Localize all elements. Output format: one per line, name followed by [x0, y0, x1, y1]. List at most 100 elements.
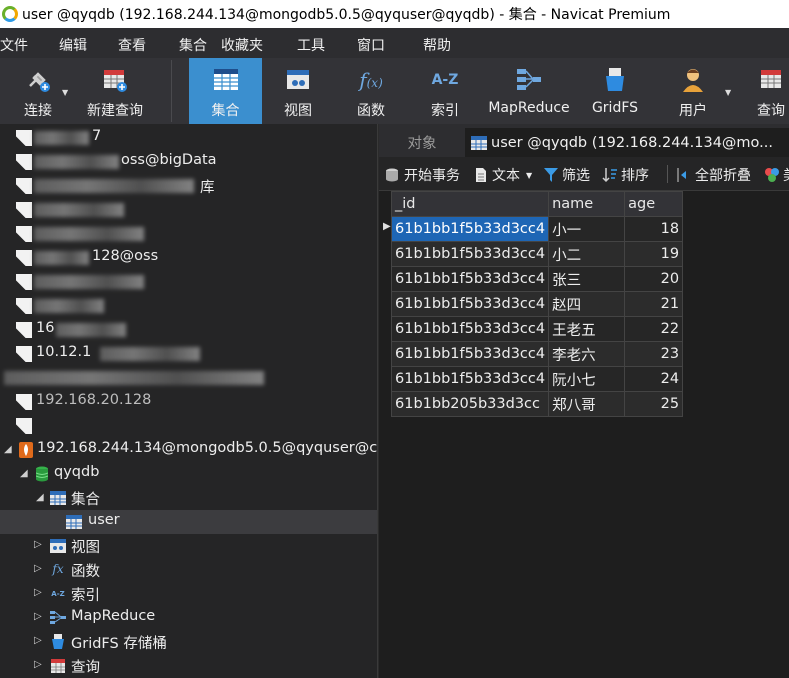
collection-button[interactable]: 集合	[189, 58, 262, 124]
expand-triangle-icon[interactable]: ▷	[34, 611, 42, 622]
view-button[interactable]: 视图	[270, 58, 326, 124]
menu-edit[interactable]: 编辑	[59, 35, 87, 55]
cell-id[interactable]: 61b1bb1f5b33d3cc4	[390, 316, 550, 342]
connection-item[interactable]: 7	[0, 126, 377, 150]
cell-name[interactable]: 郑八哥	[548, 391, 626, 417]
navigation-pane[interactable]: 7 oss@bigData 库 128@oss 16 10.12.1 192.1…	[0, 124, 378, 678]
cell-age[interactable]: 23	[624, 341, 684, 367]
gridfs-folder[interactable]: ▷ GridFS 存储桶	[0, 630, 377, 654]
table-row[interactable]: 61b1bb205b33d3cc 郑八哥 25	[390, 391, 684, 417]
collections-folder[interactable]: ◢ 集合	[0, 486, 377, 510]
cell-name[interactable]: 赵四	[548, 291, 626, 317]
cell-name[interactable]: 李老六	[548, 341, 626, 367]
connect-dropdown-icon[interactable]: ▼	[62, 88, 68, 97]
tab-objects[interactable]: 对象	[379, 128, 465, 157]
expand-triangle-icon[interactable]: ▷	[34, 539, 42, 550]
queries-folder[interactable]: ▷ 查询	[0, 654, 377, 678]
query-button[interactable]: 查询	[751, 58, 789, 124]
table-row[interactable]: 61b1bb1f5b33d3cc4 张三 20	[390, 266, 684, 292]
menu-file[interactable]: 文件	[0, 35, 28, 55]
cell-age[interactable]: 24	[624, 366, 684, 392]
table-row[interactable]: 61b1bb1f5b33d3cc4 王老五 22	[390, 316, 684, 342]
database-item[interactable]: ◢ qyqdb	[0, 462, 377, 486]
mapreduce-button[interactable]: MapReduce	[483, 58, 575, 124]
connection-item[interactable]: 10.12.1	[0, 342, 377, 366]
cell-name[interactable]: 小一	[548, 216, 626, 242]
begin-transaction-button[interactable]: 开始事务	[385, 165, 460, 185]
cell-id[interactable]: 61b1bb1f5b33d3cc4	[390, 341, 550, 367]
connection-item[interactable]: 16	[0, 318, 377, 342]
new-query-button[interactable]: 新建查询	[80, 58, 150, 124]
filter-button[interactable]: 筛选	[543, 165, 590, 185]
collapse-triangle-icon[interactable]: ◢	[20, 468, 28, 479]
expand-triangle-icon[interactable]: ▷	[34, 563, 42, 574]
connection-item[interactable]	[0, 222, 377, 246]
expand-triangle-icon[interactable]: ▷	[34, 659, 42, 670]
connection-item[interactable]	[0, 414, 377, 438]
collapse-triangle-icon[interactable]: ◢	[4, 444, 12, 455]
tab-user-collection[interactable]: user @qyqdb (192.168.244.134@mo...	[465, 128, 789, 157]
connection-item[interactable]: 192.168.20.128	[0, 390, 377, 414]
collapse-all-button[interactable]: 全部折叠	[676, 165, 751, 185]
expand-triangle-icon[interactable]: ▷	[34, 587, 42, 598]
cell-name[interactable]: 王老五	[548, 316, 626, 342]
connection-item[interactable]: oss@bigData	[0, 150, 377, 174]
menu-tools[interactable]: 工具	[297, 35, 325, 55]
connection-item[interactable]	[0, 270, 377, 294]
connection-item[interactable]: 128@oss	[0, 246, 377, 270]
connection-item[interactable]	[0, 294, 377, 318]
mongo-connection-item[interactable]: ◢ 192.168.244.134@mongodb5.0.5@qyquser@c	[0, 438, 377, 462]
connection-item[interactable]	[0, 366, 377, 390]
cell-age[interactable]: 21	[624, 291, 684, 317]
table-row[interactable]: 61b1bb1f5b33d3cc4 赵四 21	[390, 291, 684, 317]
text-view-button[interactable]: 文本 ▼	[473, 165, 532, 185]
gridfs-button[interactable]: GridFS	[587, 58, 643, 124]
cell-id[interactable]: 61b1bb1f5b33d3cc4	[390, 216, 550, 242]
toolbar-separator	[171, 60, 172, 122]
cell-id[interactable]: 61b1bb1f5b33d3cc4	[390, 291, 550, 317]
column-header-name[interactable]: name	[548, 191, 626, 217]
user-dropdown-icon[interactable]: ▼	[725, 88, 731, 97]
chevron-down-icon[interactable]: ▼	[526, 171, 532, 180]
data-grid-area[interactable]: ▶ _id name age 61b1bb1f5b33d3cc4 小一 18 6…	[379, 191, 789, 678]
mapreduce-folder[interactable]: ▷ MapReduce	[0, 606, 377, 630]
cell-age[interactable]: 22	[624, 316, 684, 342]
cell-id[interactable]: 61b1bb205b33d3cc	[390, 391, 550, 417]
cell-name[interactable]: 阮小七	[548, 366, 626, 392]
views-folder[interactable]: ▷ 视图	[0, 534, 377, 558]
connection-item[interactable]	[0, 198, 377, 222]
data-grid[interactable]: _id name age 61b1bb1f5b33d3cc4 小一 18 61b…	[390, 191, 684, 417]
table-row[interactable]: 61b1bb1f5b33d3cc4 阮小七 24	[390, 366, 684, 392]
menu-view[interactable]: 查看	[118, 35, 146, 55]
expand-triangle-icon[interactable]: ▷	[34, 635, 42, 646]
table-row[interactable]: 61b1bb1f5b33d3cc4 小二 19	[390, 241, 684, 267]
column-header-id[interactable]: _id	[390, 191, 550, 217]
indexes-folder[interactable]: ▷ A-Z 索引	[0, 582, 377, 606]
beautify-button[interactable]: 美	[764, 165, 789, 185]
connection-item[interactable]: 库	[0, 174, 377, 198]
menu-help[interactable]: 帮助	[423, 35, 451, 55]
cell-name[interactable]: 张三	[548, 266, 626, 292]
cell-age[interactable]: 25	[624, 391, 684, 417]
column-header-age[interactable]: age	[624, 191, 684, 217]
menu-collection[interactable]: 集合	[179, 35, 207, 55]
function-button[interactable]: f(x) 函数	[341, 58, 401, 124]
index-button[interactable]: A-Z 索引	[419, 58, 471, 124]
cell-age[interactable]: 20	[624, 266, 684, 292]
table-row[interactable]: 61b1bb1f5b33d3cc4 李老六 23	[390, 341, 684, 367]
cell-id[interactable]: 61b1bb1f5b33d3cc4	[390, 241, 550, 267]
cell-id[interactable]: 61b1bb1f5b33d3cc4	[390, 366, 550, 392]
collapse-triangle-icon[interactable]: ◢	[36, 492, 44, 503]
menu-window[interactable]: 窗口	[357, 35, 385, 55]
cell-name[interactable]: 小二	[548, 241, 626, 267]
collection-user-item[interactable]: user	[0, 510, 377, 534]
connect-button[interactable]: 连接	[12, 58, 64, 124]
functions-folder[interactable]: ▷ fx 函数	[0, 558, 377, 582]
cell-id[interactable]: 61b1bb1f5b33d3cc4	[390, 266, 550, 292]
menu-favorites[interactable]: 收藏夹	[221, 35, 263, 55]
user-button[interactable]: 用户	[670, 58, 716, 124]
table-row[interactable]: 61b1bb1f5b33d3cc4 小一 18	[390, 216, 684, 242]
cell-age[interactable]: 19	[624, 241, 684, 267]
sort-button[interactable]: 排序	[602, 165, 649, 185]
cell-age[interactable]: 18	[624, 216, 684, 242]
